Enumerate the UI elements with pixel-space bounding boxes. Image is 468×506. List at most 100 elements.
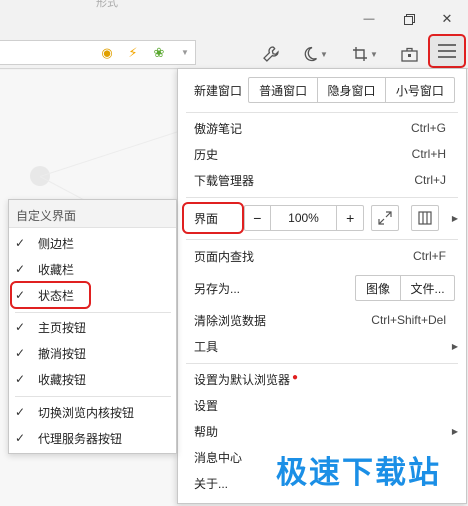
menu-item-history[interactable]: 历史 Ctrl+H — [178, 141, 466, 167]
separator — [15, 396, 171, 397]
notes-shortcut: Ctrl+G — [410, 121, 446, 135]
columns-icon — [418, 211, 432, 225]
find-label: 页面内查找 — [194, 249, 255, 264]
submenu-header: 自定义界面 — [9, 200, 176, 228]
lightning-icon[interactable]: ⚡ — [126, 46, 140, 60]
toggle-favorites-bar[interactable]: ✓ 收藏栏 — [9, 256, 176, 282]
submenu-arrow-icon: ▶ — [451, 426, 458, 436]
menu-item-downloads[interactable]: 下载管理器 Ctrl+J — [178, 167, 466, 193]
undo-button-label: 撤消按钮 — [38, 346, 87, 361]
toolbar: ◉ ⚡ ❀ ▼ ▼ ▼ — [0, 38, 468, 69]
toggle-engine-switch-button[interactable]: ✓ 切换浏览内核按钮 — [9, 399, 176, 425]
close-button[interactable]: ✕ — [436, 9, 458, 29]
notes-label: 傲游笔记 — [194, 121, 243, 136]
toggle-home-button[interactable]: ✓ 主页按钮 — [9, 314, 176, 340]
menu-item-clear-data[interactable]: 清除浏览数据 Ctrl+Shift+Del — [178, 307, 466, 333]
restore-icon — [403, 13, 415, 25]
set-default-label: 设置为默认浏览器 ● — [194, 371, 299, 387]
menu-item-tools[interactable]: 工具 ▶ — [178, 333, 466, 359]
menu-item-settings[interactable]: 设置 — [178, 392, 466, 418]
clear-data-shortcut: Ctrl+Shift+Del — [371, 313, 446, 327]
messages-label: 消息中心 — [194, 450, 243, 465]
menu-item-notes[interactable]: 傲游笔记 Ctrl+G — [178, 115, 466, 141]
zoom-control: − 100% + — [244, 205, 364, 231]
toggle-proxy-button[interactable]: ✓ 代理服务器按钮 — [9, 425, 176, 451]
check-icon: ✓ — [15, 346, 26, 360]
layout-toggle-button[interactable] — [411, 205, 439, 231]
save-as-button-group: 图像 文件... — [355, 275, 455, 301]
toggle-sidebar[interactable]: ✓ 侧边栏 — [9, 230, 176, 256]
history-shortcut: Ctrl+H — [411, 147, 446, 161]
toggle-favorites-button[interactable]: ✓ 收藏按钮 — [9, 366, 176, 392]
menu-item-help[interactable]: 帮助 ▶ — [178, 418, 466, 444]
save-file-button[interactable]: 文件... — [401, 276, 454, 300]
save-image-button[interactable]: 图像 — [356, 276, 402, 300]
new-window-row: 新建窗口 普通窗口 隐身窗口 小号窗口 — [178, 77, 466, 103]
history-label: 历史 — [194, 147, 219, 162]
check-icon: ✓ — [15, 262, 26, 276]
menu-icon — [438, 44, 456, 58]
maximize-button[interactable] — [398, 9, 420, 29]
customize-interface-submenu: 自定义界面 ✓ 侧边栏 ✓ 收藏栏 ✓ 状态栏 ✓ 主页按钮 ✓ 撤消按钮 ✓ … — [8, 199, 177, 454]
zoom-level: 100% — [271, 206, 338, 230]
check-icon: ✓ — [15, 320, 26, 334]
minimize-button[interactable]: — — [358, 9, 380, 29]
menu-item-find[interactable]: 页面内查找 Ctrl+F — [178, 243, 466, 269]
crop-icon[interactable]: ▼ — [350, 44, 380, 64]
about-label: 关于... — [194, 476, 229, 491]
proxy-button-label: 代理服务器按钮 — [38, 431, 123, 446]
close-icon: ✕ — [441, 11, 453, 26]
favorites-bar-label: 收藏栏 — [38, 262, 75, 277]
background-tab-text: 形式 — [96, 0, 118, 9]
separator — [15, 312, 171, 313]
separator — [186, 197, 458, 198]
tools-label: 工具 — [194, 339, 219, 354]
decoration-line — [39, 129, 183, 177]
engine-switch-label: 切换浏览内核按钮 — [38, 405, 135, 420]
home-button-label: 主页按钮 — [38, 320, 87, 335]
separator — [186, 363, 458, 364]
site-watermark: 极速下载站 — [276, 455, 441, 491]
leaf-icon[interactable]: ❀ — [152, 46, 166, 60]
title-bar: 形式 — ✕ — [0, 0, 468, 38]
check-icon: ✓ — [15, 372, 26, 386]
tools-icon[interactable] — [260, 44, 282, 64]
menu-item-save-as[interactable]: 另存为... 图像 文件... — [178, 275, 466, 301]
normal-window-button[interactable]: 普通窗口 — [249, 78, 319, 102]
incognito-window-button[interactable]: 隐身窗口 — [318, 78, 386, 102]
night-mode-icon[interactable]: ▼ — [300, 44, 330, 64]
find-shortcut: Ctrl+F — [413, 249, 446, 263]
separator — [186, 112, 458, 113]
settings-label: 设置 — [194, 398, 219, 413]
toggle-undo-button[interactable]: ✓ 撤消按钮 — [9, 340, 176, 366]
main-menu-button[interactable] — [428, 34, 466, 68]
zoom-in-button[interactable]: + — [337, 206, 363, 230]
check-icon: ✓ — [15, 236, 26, 250]
zoom-out-button[interactable]: − — [245, 206, 271, 230]
small-window-button[interactable]: 小号窗口 — [386, 78, 454, 102]
fullscreen-button[interactable] — [371, 205, 399, 231]
interface-highlight — [182, 202, 244, 234]
downloads-shortcut: Ctrl+J — [414, 173, 446, 187]
submenu-arrow-icon: ▶ — [451, 341, 458, 351]
separator — [186, 239, 458, 240]
fullscreen-icon — [378, 211, 392, 225]
dropdown-icon[interactable]: ▼ — [178, 46, 192, 60]
favorites-button-label: 收藏按钮 — [38, 372, 87, 387]
help-label: 帮助 — [194, 424, 219, 439]
bee-icon[interactable]: ◉ — [100, 46, 114, 60]
notification-dot-icon: ● — [292, 371, 299, 383]
address-bar[interactable]: ◉ ⚡ ❀ ▼ — [0, 40, 196, 65]
submenu-arrow-icon: ▶ — [451, 213, 458, 223]
toolbox-icon[interactable] — [398, 44, 420, 64]
new-window-button-group: 普通窗口 隐身窗口 小号窗口 — [248, 77, 455, 103]
menu-item-set-default[interactable]: 设置为默认浏览器 ● — [178, 366, 466, 392]
sidebar-label: 侧边栏 — [38, 236, 75, 251]
check-icon: ✓ — [15, 405, 26, 419]
downloads-label: 下载管理器 — [194, 173, 255, 188]
minimize-icon: — — [363, 13, 375, 25]
check-icon: ✓ — [15, 431, 26, 445]
submenu-title: 自定义界面 — [16, 209, 77, 223]
status-bar-highlight — [10, 281, 91, 309]
new-window-label: 新建窗口 — [194, 83, 243, 98]
